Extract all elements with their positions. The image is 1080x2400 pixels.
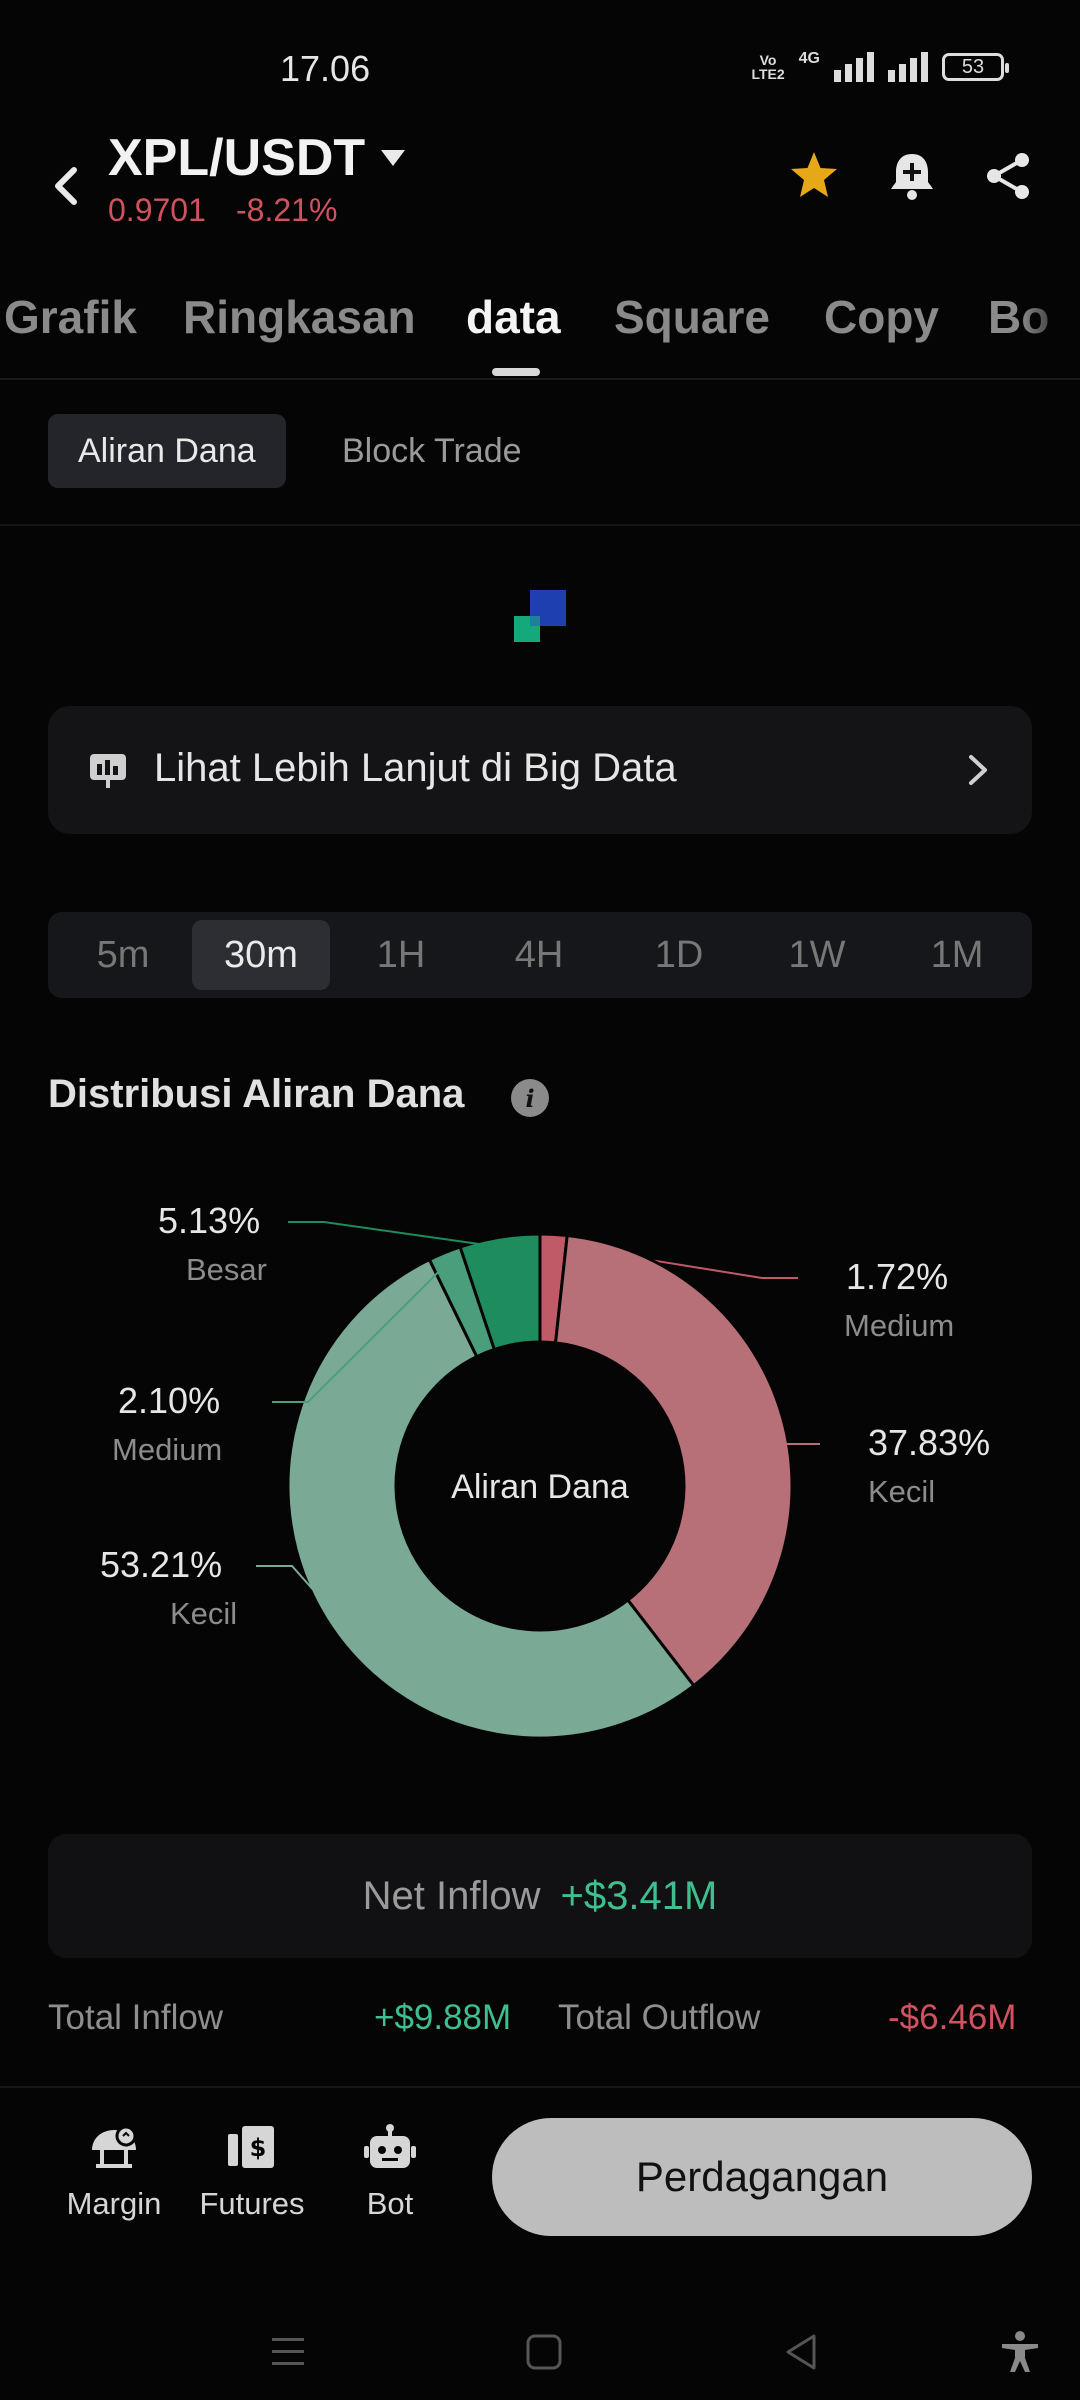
net-inflow-value: +$3.41M xyxy=(560,1874,718,1918)
home-icon[interactable] xyxy=(522,2330,566,2374)
pair-header: XPL/USDT 0.9701 -8.21% xyxy=(0,126,1080,246)
slice-cat-kecil-out: Kecil xyxy=(868,1474,936,1509)
nav-margin-label: Margin xyxy=(66,2186,162,2221)
chart-board-icon xyxy=(90,754,126,788)
pair-title[interactable]: XPL/USDT xyxy=(108,128,365,188)
slice-cat-kecil-in: Kecil xyxy=(170,1596,238,1631)
nav-futures[interactable]: $ Futures xyxy=(182,2120,322,2222)
divider xyxy=(0,524,1080,526)
interval-selector: 5m 30m 1H 4H 1D 1W 1M xyxy=(48,912,1032,998)
status-bar: 17.06 Vo LTE2 4G 53 xyxy=(0,0,1080,140)
interval-1m[interactable]: 1M xyxy=(888,920,1026,990)
tab-grafik[interactable]: Grafik xyxy=(4,290,137,344)
info-icon[interactable]: i xyxy=(510,1078,550,1118)
donut-center-label: Aliran Dana xyxy=(451,1468,629,1506)
subtab-aliran-dana[interactable]: Aliran Dana xyxy=(48,414,286,488)
total-inflow-value: +$9.88M xyxy=(374,1998,512,2037)
bell-plus-icon[interactable] xyxy=(884,148,940,204)
leader-line-besar-inflow xyxy=(288,1221,502,1249)
svg-text:$: $ xyxy=(250,2134,267,2162)
divider xyxy=(0,2086,1080,2088)
trade-button[interactable]: Perdagangan xyxy=(492,2118,1032,2236)
star-icon[interactable] xyxy=(786,148,842,204)
slice-cat-medium-in: Medium xyxy=(112,1432,223,1467)
slice-cat-medium-out: Medium xyxy=(844,1308,955,1343)
price-change: -8.21% xyxy=(236,192,338,228)
interval-1h[interactable]: 1H xyxy=(332,920,470,990)
net-inflow-box: Net Inflow +$3.41M xyxy=(48,1834,1032,1958)
fund-flow-donut-chart: Aliran Dana 5.13% Besar 2.10% Medium 53.… xyxy=(0,1160,1080,1760)
recents-icon[interactable] xyxy=(266,2330,310,2374)
slice-cat-besar: Besar xyxy=(186,1252,267,1287)
volte-icon: Vo LTE2 xyxy=(751,52,785,82)
main-tabs: Grafik Ringkasan data Square Copy Bo xyxy=(0,280,1080,380)
status-time: 17.06 xyxy=(280,48,371,89)
signal-icon xyxy=(834,52,874,82)
net-inflow-label: Net Inflow xyxy=(362,1874,541,1918)
chevron-right-icon xyxy=(969,755,987,785)
accessibility-icon[interactable] xyxy=(998,2330,1042,2374)
interval-5m[interactable]: 5m xyxy=(54,920,192,990)
margin-icon xyxy=(92,2125,137,2168)
brand-logo-icon xyxy=(514,590,566,642)
total-outflow-label: Total Outflow xyxy=(558,1998,761,2037)
svg-text:i: i xyxy=(525,1084,534,1113)
tab-copy[interactable]: Copy xyxy=(824,290,939,344)
nav-bot-label: Bot xyxy=(366,2186,414,2221)
slice-pct-kecil-in: 53.21% xyxy=(100,1544,223,1585)
signal-icon-2 xyxy=(888,52,928,82)
donut-slice-kecil-outflow xyxy=(553,1233,794,1688)
slice-pct-besar: 5.13% xyxy=(158,1200,261,1241)
battery-icon: 53 xyxy=(942,53,1009,81)
share-icon[interactable] xyxy=(980,148,1036,204)
tab-fade xyxy=(1020,280,1080,378)
status-icons: Vo LTE2 4G 53 xyxy=(751,50,1009,82)
back-triangle-icon[interactable] xyxy=(780,2330,824,2374)
caret-down-icon[interactable] xyxy=(380,148,406,168)
big-data-label: Lihat Lebih Lanjut di Big Data xyxy=(154,746,677,790)
interval-30m[interactable]: 30m xyxy=(192,920,330,990)
network-type: 4G xyxy=(798,50,820,67)
total-outflow-value: -$6.46M xyxy=(888,1998,1017,2037)
back-icon[interactable] xyxy=(46,156,86,216)
tab-data[interactable]: data xyxy=(466,290,561,344)
nav-futures-label: Futures xyxy=(199,2186,305,2221)
bot-icon xyxy=(364,2124,416,2168)
last-price: 0.9701 xyxy=(108,192,206,228)
slice-pct-medium-in: 2.10% xyxy=(118,1380,221,1421)
slice-pct-medium-out: 1.72% xyxy=(846,1256,949,1297)
interval-1w[interactable]: 1W xyxy=(748,920,886,990)
slice-pct-kecil-out: 37.83% xyxy=(868,1422,991,1463)
futures-icon: $ xyxy=(228,2126,274,2168)
total-inflow-label: Total Inflow xyxy=(48,1998,224,2037)
tab-ringkasan[interactable]: Ringkasan xyxy=(183,290,416,344)
nav-bot[interactable]: Bot xyxy=(320,2120,460,2222)
interval-4h[interactable]: 4H xyxy=(470,920,608,990)
subtab-block-trade[interactable]: Block Trade xyxy=(312,414,552,488)
nav-margin[interactable]: Margin xyxy=(44,2120,184,2222)
distribution-title: Distribusi Aliran Dana xyxy=(48,1072,465,1116)
tab-square[interactable]: Square xyxy=(614,290,770,344)
interval-1d[interactable]: 1D xyxy=(610,920,748,990)
tab-active-indicator xyxy=(492,368,540,376)
big-data-link[interactable]: Lihat Lebih Lanjut di Big Data xyxy=(48,706,1032,834)
system-nav-bar xyxy=(0,2300,1080,2400)
